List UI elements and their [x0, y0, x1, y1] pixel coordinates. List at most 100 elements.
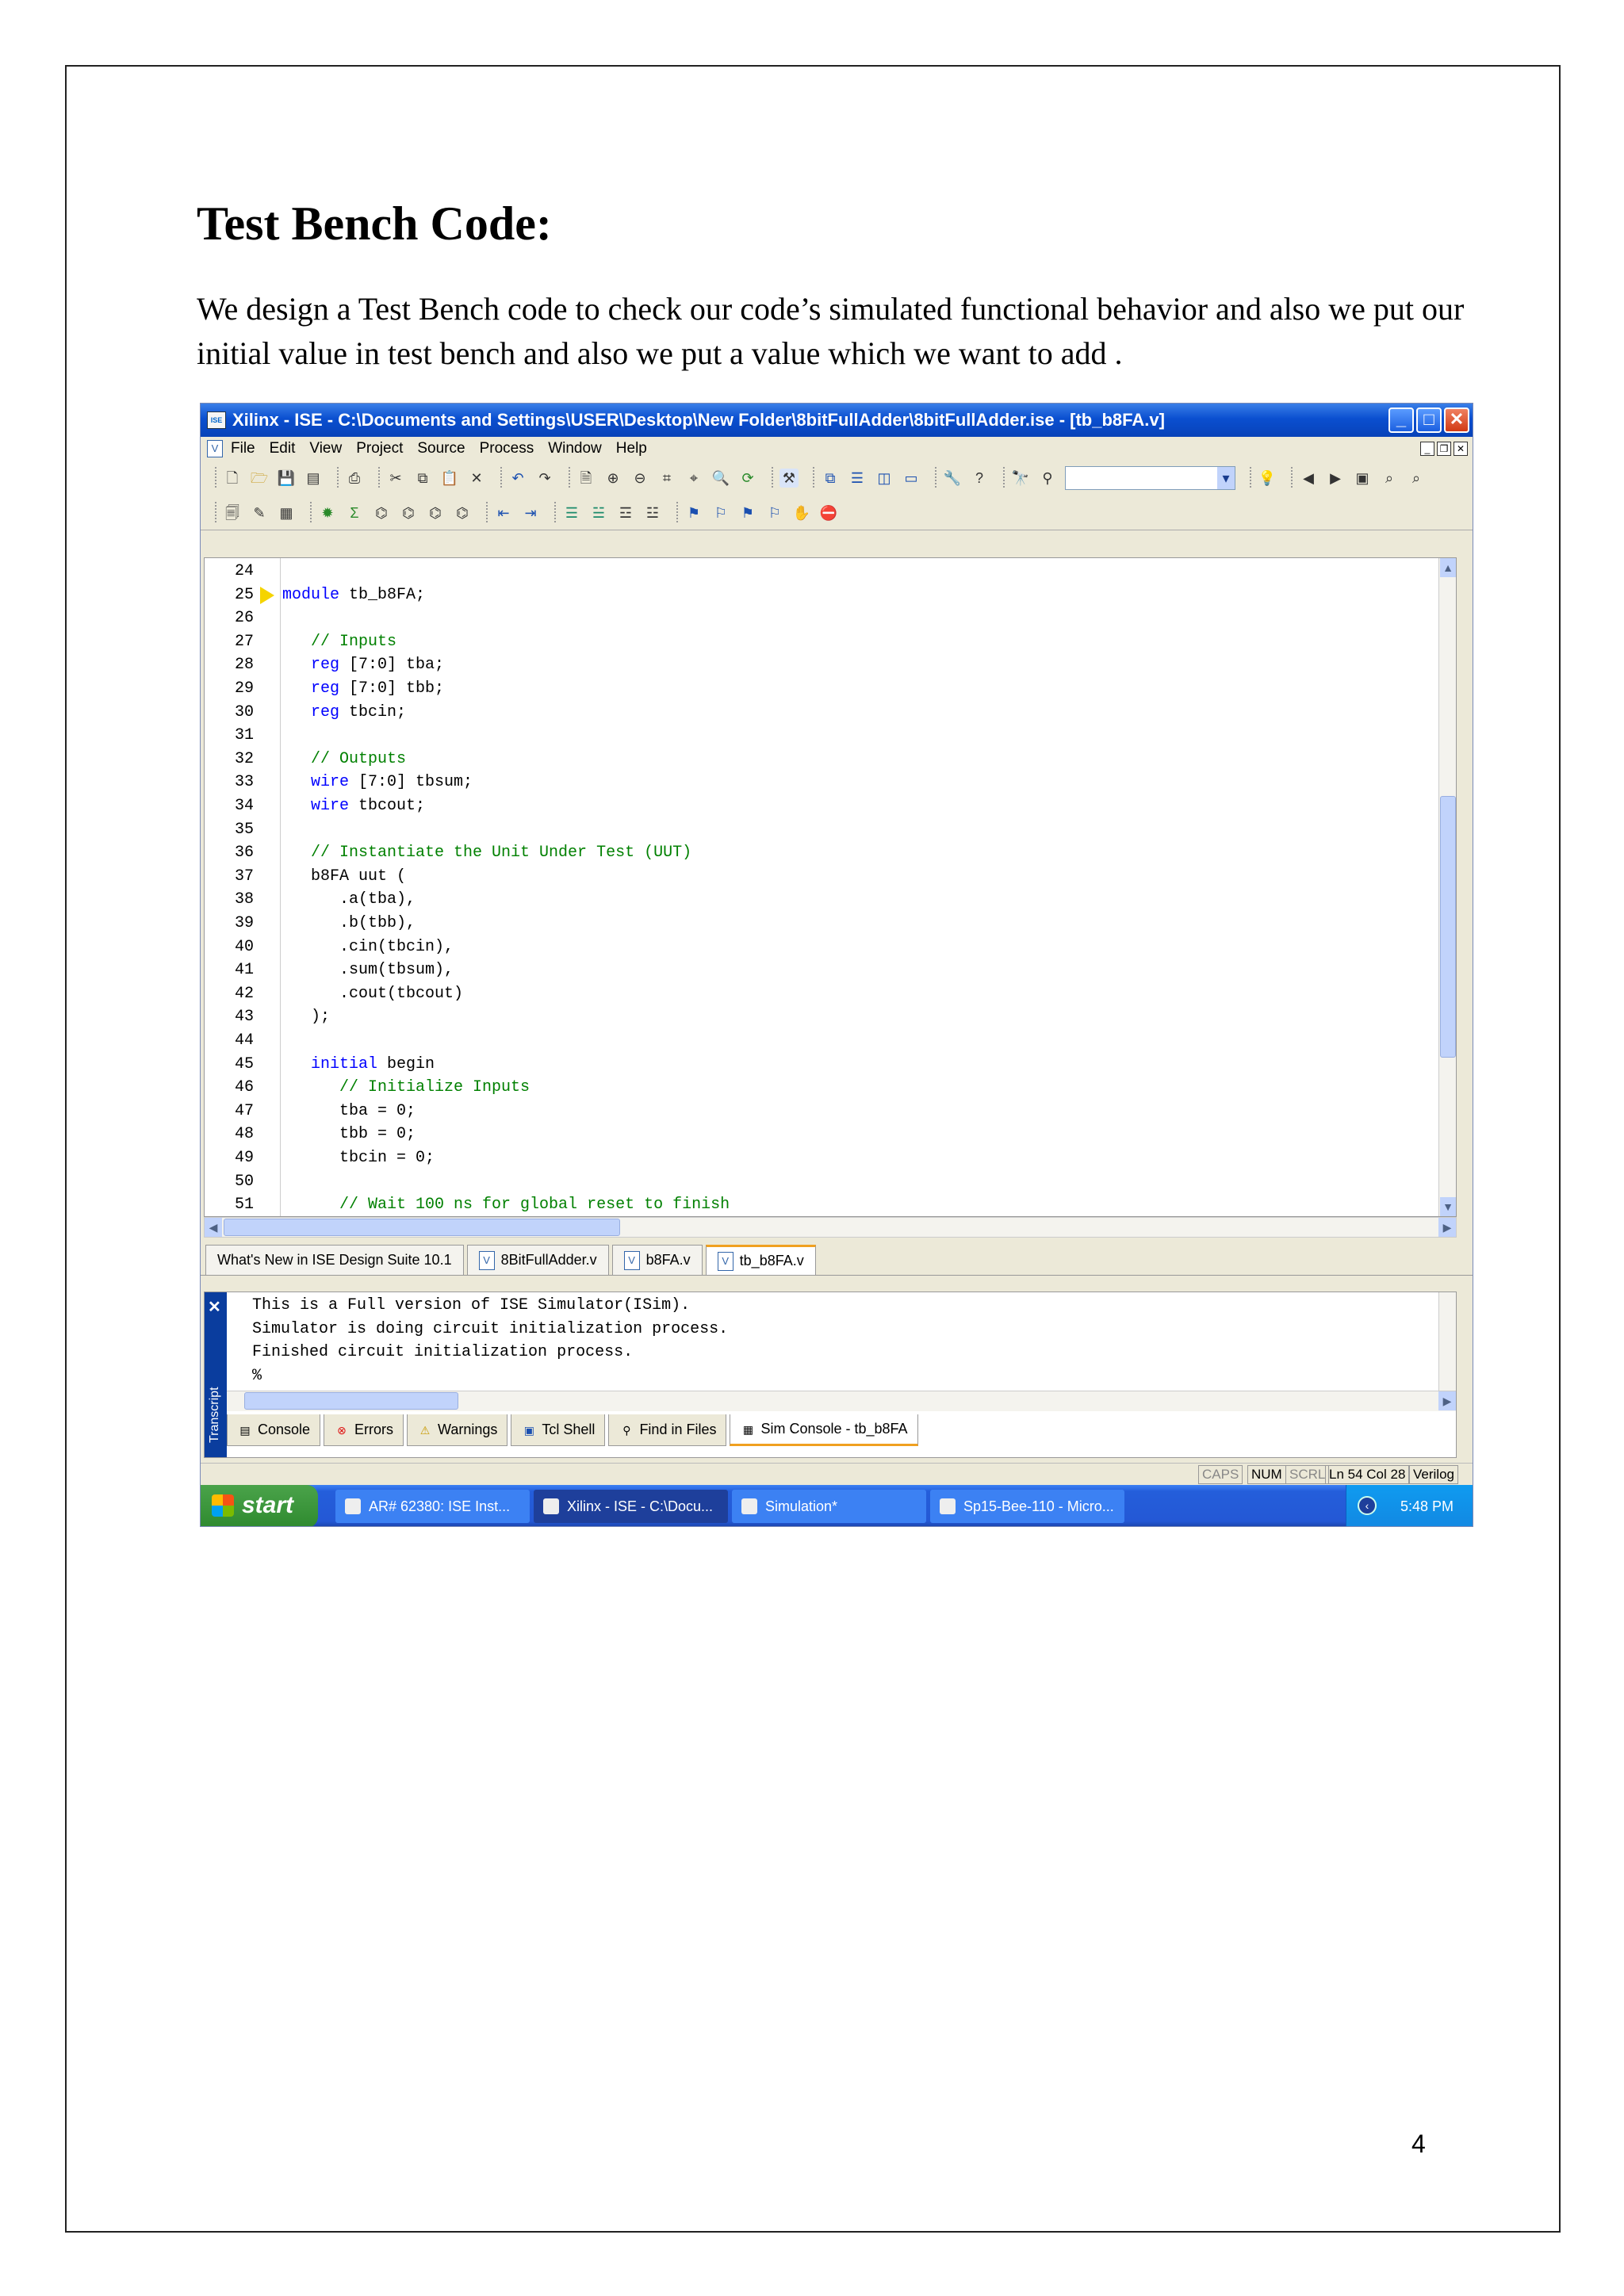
new-file-icon[interactable]: 🗋 [223, 469, 242, 488]
window-titlebar[interactable]: ISE Xilinx - ISE - C:\Documents and Sett… [201, 404, 1473, 437]
scrollbar-thumb[interactable] [244, 1392, 458, 1410]
menu-process[interactable]: Process [480, 440, 534, 457]
menu-help[interactable]: Help [616, 440, 647, 457]
console-vertical-scrollbar[interactable] [1438, 1292, 1456, 1391]
taskbar-item-simulation[interactable]: Simulation* [732, 1490, 926, 1523]
undo-icon[interactable]: ↶ [508, 469, 527, 488]
editor-horizontal-scrollbar[interactable]: ◀ ▶ [204, 1217, 1457, 1238]
paste-icon[interactable]: 📋 [440, 469, 459, 488]
taskbar-item-browser[interactable]: AR# 62380: ISE Inst... [335, 1490, 530, 1523]
print-icon[interactable]: ⎙ [345, 469, 364, 488]
netlist-icon[interactable]: ⌬ [372, 503, 391, 522]
template-icon[interactable]: ▦ [277, 503, 296, 522]
menu-view[interactable]: View [309, 440, 342, 457]
indent-right-icon[interactable]: ⇥ [521, 503, 540, 522]
tab-find-in-files[interactable]: ⚲ Find in Files [608, 1414, 727, 1446]
code-editor[interactable]: 24 25 module tb_b8FA; 26 27 // Inputs 28 reg … [204, 557, 1457, 1217]
save-icon[interactable]: 💾 [277, 469, 296, 488]
comment-icon[interactable]: ☱ [589, 503, 608, 522]
zoom-full-icon[interactable]: ⌗ [657, 469, 676, 488]
tab-tcl-shell[interactable]: ▣ Tcl Shell [511, 1414, 606, 1446]
find-icon[interactable]: 🔭 [1011, 469, 1030, 488]
zoom-out-icon[interactable]: ⊖ [630, 469, 649, 488]
netlist-alt-icon[interactable]: ⌬ [399, 503, 418, 522]
scrollbar-thumb[interactable] [1440, 796, 1456, 1058]
editor-vertical-scrollbar[interactable]: ▲ ▼ [1438, 558, 1456, 1216]
tab-whats-new[interactable]: What's New in ISE Design Suite 10.1 [205, 1245, 464, 1275]
forward-icon[interactable]: ▶ [1326, 469, 1345, 488]
scrollbar-thumb[interactable] [224, 1219, 620, 1236]
window-icon[interactable]: ▭ [902, 469, 921, 488]
find-replace-icon[interactable]: ⚲ [1038, 469, 1057, 488]
console-horizontal-scrollbar[interactable]: ▶ [227, 1391, 1456, 1411]
menu-source[interactable]: Source [417, 440, 465, 457]
scroll-up-arrow-icon[interactable]: ▲ [1440, 558, 1456, 577]
synthesize-icon[interactable]: ✹ [318, 503, 337, 522]
page-icon[interactable]: ▣ [1353, 469, 1372, 488]
wand-icon[interactable]: ⚒ [779, 469, 799, 488]
zoom-in-icon[interactable]: ⊕ [603, 469, 622, 488]
copy-icon[interactable]: ⧉ [413, 469, 432, 488]
open-folder-icon[interactable]: 🗁 [250, 469, 269, 488]
tile-horizontal-icon[interactable]: ☰ [848, 469, 867, 488]
document-icon[interactable]: V [207, 440, 223, 457]
mdi-minimize-button[interactable]: _ [1420, 442, 1434, 456]
edit-source-icon[interactable]: ✎ [250, 503, 269, 522]
tab-errors[interactable]: ⊗ Errors [324, 1414, 404, 1446]
help-pointer-icon[interactable]: ? [970, 469, 989, 488]
scroll-left-arrow-icon[interactable]: ◀ [205, 1218, 222, 1237]
tab-sim-console[interactable]: ▦ Sim Console - tb_b8FA [730, 1414, 918, 1446]
taskbar-item-word[interactable]: Sp15-Bee-110 - Micro... [930, 1490, 1124, 1523]
tray-arrow-icon[interactable]: ‹ [1358, 1496, 1377, 1515]
maximize-button[interactable]: □ [1416, 408, 1442, 433]
bookmark-next-icon[interactable]: ⚐ [711, 503, 730, 522]
bookmark-icon[interactable]: ⚑ [684, 503, 703, 522]
cut-icon[interactable]: ✂ [386, 469, 405, 488]
scroll-right-arrow-icon[interactable]: ▶ [1438, 1391, 1456, 1410]
tab-tb-b8fa[interactable]: Vtb_b8FA.v [705, 1245, 816, 1275]
format-icon[interactable]: ☳ [643, 503, 662, 522]
tool-icon[interactable]: 🔧 [943, 469, 962, 488]
sigma-icon[interactable]: Σ [345, 503, 364, 522]
zoom-fit-icon[interactable]: ⌖ [684, 469, 703, 488]
tab-b8fa[interactable]: Vb8FA.v [611, 1245, 703, 1275]
minimize-button[interactable]: _ [1388, 408, 1414, 433]
zoom-area-icon[interactable]: 🔍 [711, 469, 730, 488]
taskbar-item-ise[interactable]: Xilinx - ISE - C:\Docu... [534, 1490, 728, 1523]
start-button[interactable]: start [201, 1485, 318, 1526]
menu-file[interactable]: File [231, 440, 255, 457]
search-combo[interactable] [1065, 466, 1235, 490]
mdi-restore-button[interactable]: ❐ [1437, 442, 1451, 456]
close-panel-icon[interactable]: ✕ [208, 1297, 221, 1317]
tile-vertical-icon[interactable]: ◫ [875, 469, 894, 488]
refresh-icon[interactable]: ⟳ [738, 469, 757, 488]
magnify-icon[interactable]: ⌕ [1380, 469, 1399, 488]
netlist-view-icon[interactable]: ⌬ [426, 503, 445, 522]
cascade-icon[interactable]: ⧉ [821, 469, 840, 488]
uncomment-icon[interactable]: ☲ [616, 503, 635, 522]
properties-icon[interactable]: 🗎 [576, 469, 596, 488]
netlist-map-icon[interactable]: ⌬ [453, 503, 472, 522]
tab-console[interactable]: ▤ Console [227, 1414, 321, 1446]
indent-left-icon[interactable]: ⇤ [494, 503, 513, 522]
redo-icon[interactable]: ↷ [535, 469, 554, 488]
tab-warnings[interactable]: ⚠ Warnings [407, 1414, 508, 1446]
new-source-icon[interactable]: 🗐 [223, 503, 242, 522]
tab-8bitfulladder[interactable]: V 8BitFullAdder.v [466, 1245, 609, 1275]
mdi-close-button[interactable]: ✕ [1454, 442, 1468, 456]
magnify-alt-icon[interactable]: ⌕ [1407, 469, 1426, 488]
close-button[interactable]: ✕ [1444, 408, 1469, 433]
back-icon[interactable]: ◀ [1299, 469, 1318, 488]
menu-edit[interactable]: Edit [270, 440, 296, 457]
bookmark-clear-icon[interactable]: ⚐ [765, 503, 784, 522]
lightbulb-icon[interactable]: 💡 [1258, 469, 1277, 488]
menu-project[interactable]: Project [356, 440, 403, 457]
align-icon[interactable]: ☰ [562, 503, 581, 522]
menu-window[interactable]: Window [548, 440, 602, 457]
bookmark-prev-icon[interactable]: ⚑ [738, 503, 757, 522]
scroll-down-arrow-icon[interactable]: ▼ [1440, 1197, 1456, 1216]
delete-icon[interactable]: ✕ [467, 469, 486, 488]
hand-icon[interactable]: ✋ [792, 503, 811, 522]
console-prompt[interactable]: % [252, 1364, 262, 1388]
stop-icon[interactable]: ⛔ [819, 503, 838, 522]
